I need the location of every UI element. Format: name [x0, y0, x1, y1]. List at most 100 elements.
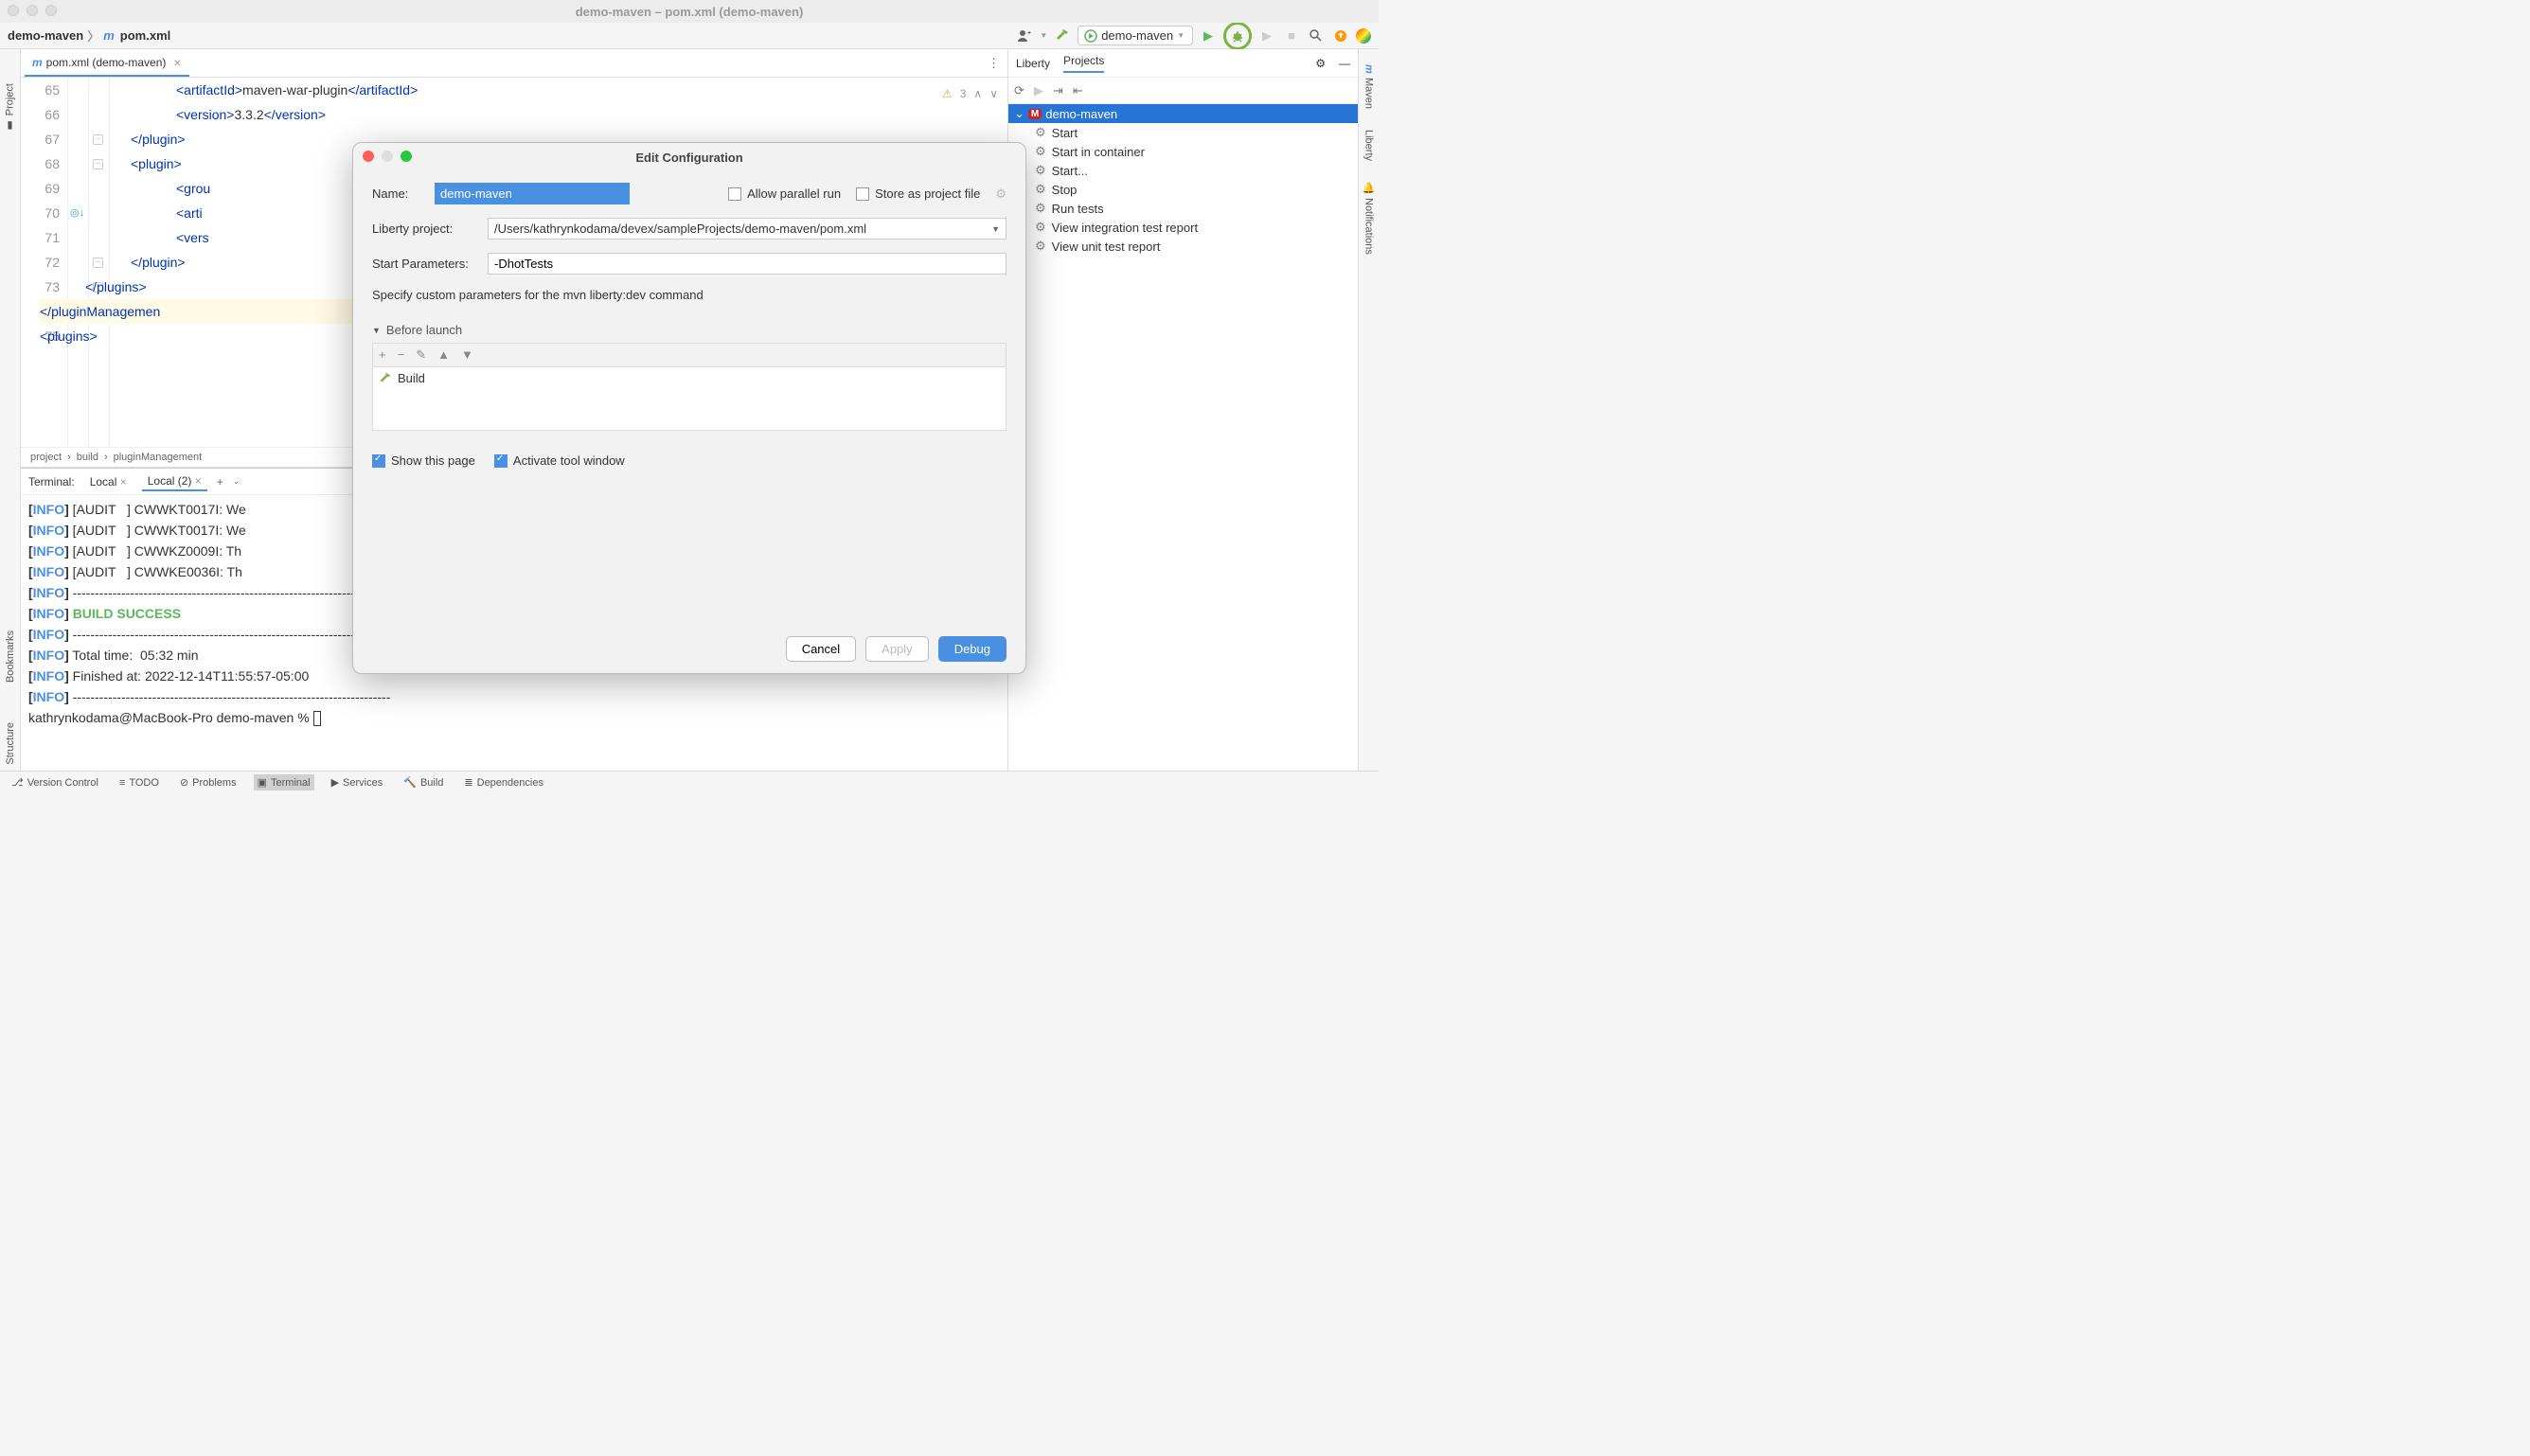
breadcrumb-item[interactable]: pluginManagement — [114, 452, 203, 463]
run-gutter-icon[interactable]: ◎↓ — [70, 201, 84, 225]
tree-action[interactable]: ⚙View integration test report — [1008, 218, 1358, 237]
sb-dependencies[interactable]: ≣ Dependencies — [460, 774, 547, 790]
window-title: demo-maven – pom.xml (demo-maven) — [576, 5, 804, 19]
terminal-tab[interactable]: Local × — [84, 473, 133, 490]
project-tree: ⌄ M demo-maven ⚙Start ⚙Start in containe… — [1008, 104, 1358, 771]
store-as-file-checkbox[interactable]: Store as project file — [856, 186, 980, 201]
terminal-label: Terminal: — [28, 475, 75, 488]
debug-icon[interactable] — [1228, 27, 1247, 45]
close-tab-icon[interactable]: × — [173, 55, 181, 70]
gear-icon: ⚙ — [1035, 239, 1046, 254]
debug-button[interactable]: Debug — [938, 636, 1007, 662]
structure-tool-button[interactable]: Structure — [5, 717, 16, 771]
apply-button[interactable]: Apply — [865, 636, 929, 662]
maximize-window-icon[interactable] — [45, 5, 57, 16]
sb-terminal[interactable]: ▣ Terminal — [254, 774, 314, 790]
chevron-down-icon: ▼ — [372, 326, 381, 335]
main-toolbar: demo-maven 〉 m pom.xml ▼ demo-maven ▼ ▶ … — [0, 23, 1379, 49]
prev-highlight-icon[interactable]: ∧ — [973, 81, 982, 106]
next-highlight-icon[interactable]: ∨ — [989, 81, 998, 106]
show-this-page-checkbox[interactable]: Show this page — [372, 453, 475, 468]
dialog-minimize-icon[interactable] — [382, 151, 393, 162]
inspection-badge[interactable]: ⚠ 3 ∧ ∨ — [942, 81, 998, 106]
project-tool-button[interactable]: ▮ Project — [4, 78, 16, 137]
collapse-icon[interactable]: ⇥ — [1053, 83, 1063, 98]
tree-action[interactable]: ⚙Start... — [1008, 161, 1358, 180]
panel-hide-icon[interactable]: — — [1339, 57, 1350, 70]
terminal-tab[interactable]: Local (2) × — [142, 472, 207, 491]
up-icon[interactable]: ▲ — [437, 347, 450, 363]
tree-action[interactable]: ⚙Run tests — [1008, 199, 1358, 218]
maven-tool-button[interactable]: m Maven — [1363, 59, 1375, 115]
run-icon[interactable]: ▶ — [1034, 83, 1043, 98]
update-icon[interactable] — [1331, 27, 1350, 45]
bookmarks-tool-button[interactable]: Bookmarks — [5, 625, 16, 688]
refresh-icon[interactable]: ⟳ — [1014, 83, 1024, 98]
dropdown-icon[interactable]: ▼ — [1040, 31, 1047, 40]
sb-problems[interactable]: ⊘ Problems — [176, 774, 241, 790]
tree-action[interactable]: ⚙Start in container — [1008, 142, 1358, 161]
tree-root[interactable]: ⌄ M demo-maven — [1008, 104, 1358, 123]
before-launch-item[interactable]: Build — [379, 371, 1000, 385]
cancel-button[interactable]: Cancel — [786, 636, 856, 662]
editor-tab[interactable]: m pom.xml (demo-maven) × — [25, 49, 189, 77]
stop-icon[interactable]: ■ — [1282, 27, 1301, 45]
run-configuration-selector[interactable]: demo-maven ▼ — [1078, 26, 1193, 45]
sb-build[interactable]: 🔨 Build — [400, 774, 447, 790]
start-params-input[interactable] — [488, 253, 1007, 275]
liberty-project-label: Liberty project: — [372, 222, 478, 236]
breadcrumb: demo-maven 〉 m pom.xml — [8, 27, 170, 44]
tree-action[interactable]: ⚙View unit test report — [1008, 237, 1358, 256]
breadcrumb-project[interactable]: demo-maven — [8, 28, 83, 43]
maven-file-icon: m — [32, 56, 43, 69]
close-window-icon[interactable] — [8, 5, 19, 16]
user-add-icon[interactable] — [1015, 27, 1034, 45]
fold-icon[interactable]: − — [93, 257, 103, 268]
activate-tool-window-checkbox[interactable]: Activate tool window — [494, 453, 625, 468]
warning-icon: ⚠ — [942, 81, 953, 106]
edit-icon[interactable]: ✎ — [416, 347, 426, 363]
breadcrumb-item[interactable]: project — [30, 452, 62, 463]
breadcrumb-item[interactable]: build — [77, 452, 98, 463]
code-line[interactable]: <artifactId>maven-war-plugin</artifactId… — [176, 78, 1007, 102]
run-with-coverage-icon[interactable]: ▶ — [1257, 27, 1276, 45]
tree-action[interactable]: ⚙Start — [1008, 123, 1358, 142]
run-icon[interactable]: ▶ — [1199, 27, 1218, 45]
liberty-icon — [1084, 29, 1097, 43]
tree-action[interactable]: ⚙Stop — [1008, 180, 1358, 199]
expand-icon[interactable]: ⇤ — [1073, 83, 1083, 98]
dialog-maximize-icon[interactable] — [401, 151, 412, 162]
allow-parallel-checkbox[interactable]: Allow parallel run — [728, 186, 841, 201]
liberty-tool-button[interactable]: Liberty — [1363, 124, 1375, 167]
fold-icon[interactable]: − — [93, 159, 103, 169]
add-icon[interactable]: + — [379, 347, 386, 363]
new-terminal-icon[interactable]: + — [217, 475, 223, 488]
maven-badge-icon: M — [1028, 109, 1042, 119]
editor-tabs: m pom.xml (demo-maven) × ⋮ — [21, 49, 1007, 78]
right-tool-gutter: m Maven Liberty 🔔 Notifications — [1358, 49, 1379, 771]
name-input[interactable]: demo-maven — [435, 183, 630, 204]
panel-settings-icon[interactable]: ⚙ — [1315, 57, 1326, 70]
breadcrumb-file[interactable]: pom.xml — [120, 28, 170, 43]
search-icon[interactable] — [1307, 27, 1326, 45]
sb-todo[interactable]: ≡ TODO — [116, 775, 163, 790]
code-line[interactable]: <version>3.3.2</version> — [176, 102, 1007, 127]
before-launch-header[interactable]: ▼ Before launch — [372, 323, 1007, 337]
checkbox-checked-icon — [494, 454, 508, 468]
terminal-dropdown-icon[interactable]: ⌄ — [233, 476, 241, 487]
remove-icon[interactable]: − — [398, 347, 405, 363]
tab-menu-icon[interactable]: ⋮ — [980, 49, 1007, 77]
sb-services[interactable]: ▶ Services — [328, 774, 387, 790]
gear-icon[interactable]: ⚙ — [995, 186, 1007, 202]
down-icon[interactable]: ▼ — [461, 347, 473, 363]
dialog-close-icon[interactable] — [363, 151, 374, 162]
minimize-window-icon[interactable] — [27, 5, 38, 16]
tab-liberty[interactable]: Liberty — [1016, 57, 1050, 70]
notifications-tool-button[interactable]: 🔔 Notifications — [1363, 176, 1375, 260]
build-icon[interactable] — [1053, 27, 1072, 45]
sb-version-control[interactable]: ⎇ Version Control — [8, 774, 102, 790]
ide-icon[interactable] — [1356, 28, 1371, 44]
liberty-project-select[interactable]: /Users/kathrynkodama/devex/sampleProject… — [488, 218, 1007, 240]
fold-icon[interactable]: − — [93, 134, 103, 145]
tab-projects[interactable]: Projects — [1063, 54, 1104, 73]
